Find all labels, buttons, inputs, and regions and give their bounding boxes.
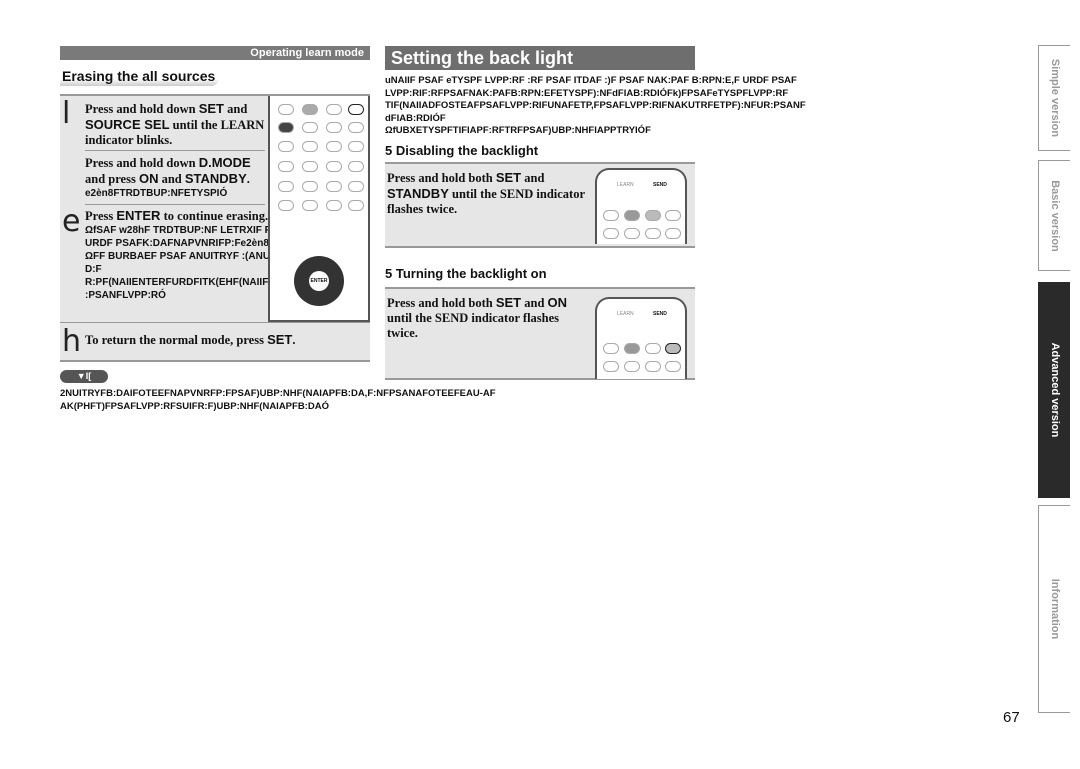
step-1: Press and hold down SET and SOURCE SEL u… <box>85 101 265 147</box>
backlight-on-box: Press and hold both SET and ON until the… <box>385 287 695 380</box>
tab-simple-version[interactable]: Simple version <box>1038 45 1070 151</box>
intro-text: uNAIIF PSAF eTYSPF LVPP:RF :RF PSAF ITDA… <box>385 75 806 136</box>
heading-backlight-on: 5 Turning the backlight on <box>385 266 547 281</box>
steps-box: l Press and hold down SET and SOURCE SEL… <box>60 94 370 362</box>
tab-basic-version[interactable]: Basic version <box>1038 160 1070 271</box>
section-header-bar: Operating learn mode <box>60 46 370 60</box>
page-number: 67 <box>1003 709 1020 726</box>
step-number: l <box>62 96 71 131</box>
remote-illustration: ENTER <box>268 96 370 322</box>
heading-disable-backlight: 5 Disabling the backlight <box>385 143 539 158</box>
remote-illustration: LEARN SEND <box>595 297 687 379</box>
page-title: Setting the back light <box>385 46 695 70</box>
step-number: h <box>62 324 82 359</box>
step-number: e <box>62 204 81 239</box>
divider <box>85 204 265 205</box>
note-label: ▼I[ <box>60 370 108 383</box>
tab-information[interactable]: Information <box>1038 505 1070 713</box>
disable-backlight-box: Press and hold both SET and STANDBY unti… <box>385 162 695 248</box>
section-title: Erasing the all sources <box>60 68 220 86</box>
step-4: To return the normal mode, press SET. <box>85 332 296 347</box>
step-2: Press and hold down D.MODE and press ON … <box>85 155 251 199</box>
dpad-illustration: ENTER <box>294 256 344 306</box>
tab-advanced-version[interactable]: Advanced version <box>1038 282 1070 498</box>
note-text: 2NUITRYFB:DAIFOTEEFNAPVNRFP:FPSAF)UBP:NH… <box>60 388 496 412</box>
divider <box>85 150 265 151</box>
remote-illustration: LEARN SEND <box>595 168 687 244</box>
